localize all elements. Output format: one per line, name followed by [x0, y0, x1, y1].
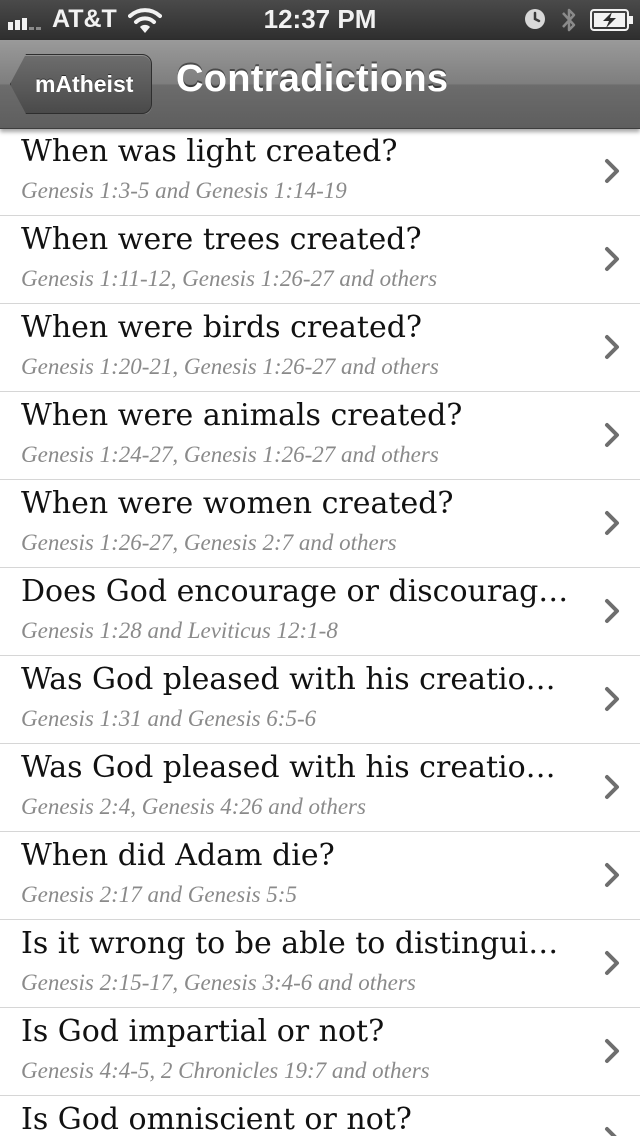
list-item-subtitle: Genesis 2:4, Genesis 4:26 and others	[21, 794, 366, 819]
list-item-subtitle: Genesis 4:4-5, 2 Chronicles 19:7 and oth…	[21, 1058, 430, 1083]
list-item-subtitle: Genesis 1:28 and Leviticus 12:1-8	[21, 618, 338, 643]
list-item[interactable]: When were birds created? Genesis 1:20-21,…	[0, 304, 640, 392]
chevron-right-icon	[605, 599, 619, 623]
list-item-title: When were animals created?	[21, 398, 463, 433]
list-item[interactable]: When did Adam die? Genesis 2:17 and Genes…	[0, 832, 640, 920]
back-button[interactable]: mAtheist	[10, 54, 153, 114]
list-item-subtitle: Genesis 2:15-17, Genesis 3:4-6 and other…	[21, 970, 416, 995]
chevron-right-icon	[605, 511, 619, 535]
list-item[interactable]: Is God impartial or not? Genesis 4:4-5, 2…	[0, 1008, 640, 1096]
chevron-right-icon	[605, 247, 619, 271]
list-item[interactable]: When were animals created? Genesis 1:24-2…	[0, 392, 640, 480]
list-item[interactable]: Is God omniscient or not?	[0, 1096, 640, 1136]
chevron-right-icon	[605, 1127, 617, 1136]
bluetooth-icon	[562, 8, 576, 32]
battery-charging-icon	[590, 9, 633, 31]
list-item-subtitle: Genesis 1:24-27, Genesis 1:26-27 and oth…	[21, 442, 439, 467]
list-item[interactable]: Does God encourage or discourage re... Ge…	[0, 568, 640, 656]
list-item-subtitle: Genesis 1:31 and Genesis 6:5-6	[21, 706, 317, 731]
list-item-subtitle: Genesis 1:11-12, Genesis 1:26-27 and oth…	[21, 266, 438, 291]
chevron-right-icon	[605, 687, 619, 711]
chevron-right-icon	[605, 423, 619, 447]
list-item[interactable]: Was God pleased with his creation or... G…	[0, 656, 640, 744]
navigation-bar: mAtheist Contradictions	[0, 40, 640, 129]
list-item-subtitle: Genesis 2:17 and Genesis 5:5	[21, 882, 297, 907]
list-item-title: When were women created?	[21, 486, 454, 521]
list-item-title: Does God encourage or discourage re...	[21, 574, 573, 609]
contradictions-list: When was light created? Genesis 1:3-5 and…	[0, 128, 640, 1136]
list-item-title: Is God impartial or not?	[21, 1014, 385, 1049]
chevron-right-icon	[605, 775, 619, 799]
status-bar: AT&T 12:37 PM	[0, 0, 640, 40]
list-item-title: When were birds created?	[21, 310, 422, 345]
list-item-title: Is God omniscient or not?	[21, 1102, 412, 1136]
list-item[interactable]: When was light created? Genesis 1:3-5 and…	[0, 128, 640, 216]
page-title: Contradictions	[176, 58, 449, 100]
list-item-subtitle: Genesis 1:26-27, Genesis 2:7 and others	[21, 530, 397, 555]
list-item-title: When did Adam die?	[21, 838, 335, 873]
list-item-title: Was God pleased with his creation or...	[21, 750, 573, 785]
list-item-subtitle: Genesis 1:20-21, Genesis 1:26-27 and oth…	[21, 354, 439, 379]
list-item-subtitle: Genesis 1:3-5 and Genesis 1:14-19	[21, 178, 347, 203]
list-item[interactable]: When were women created? Genesis 1:26-27,…	[0, 480, 640, 568]
list-item[interactable]: When were trees created? Genesis 1:11-12,…	[0, 216, 640, 304]
chevron-right-icon	[605, 335, 619, 359]
chevron-right-icon	[605, 951, 619, 975]
chevron-right-icon	[605, 863, 619, 887]
list-item[interactable]: Is it wrong to be able to distinguish...…	[0, 920, 640, 1008]
list-item-title: When were trees created?	[21, 222, 422, 257]
list-item-title: When was light created?	[21, 134, 398, 169]
list-item-title: Was God pleased with his creation or...	[21, 662, 573, 697]
chevron-right-icon	[605, 159, 619, 183]
list-item[interactable]: Was God pleased with his creation or... G…	[0, 744, 640, 832]
chevron-right-icon	[605, 1039, 619, 1063]
alarm-icon	[525, 9, 545, 29]
list-item-title: Is it wrong to be able to distinguish...	[21, 926, 573, 961]
